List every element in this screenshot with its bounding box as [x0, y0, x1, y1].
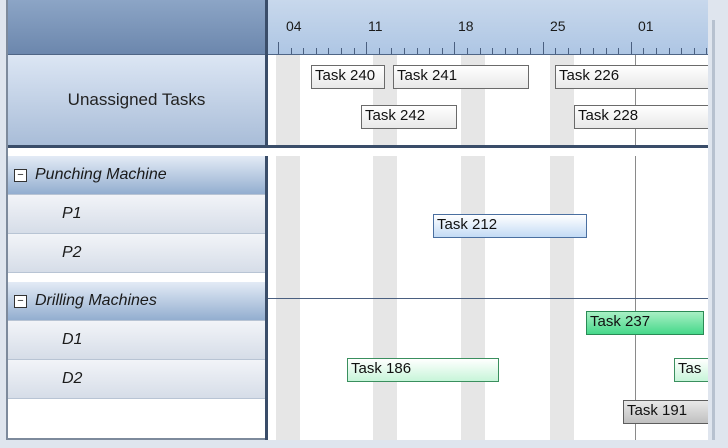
- timeline-tick: [328, 48, 330, 54]
- resource-label: P1: [62, 205, 82, 222]
- resource-group-punching-machine[interactable]: − Punching Machine: [8, 156, 265, 195]
- timeline-tick: [492, 48, 494, 54]
- date-label: 11: [368, 18, 383, 34]
- resource-row-d2[interactable]: D2: [8, 360, 265, 399]
- date-label: 04: [286, 18, 302, 34]
- timeline-tick: [303, 48, 305, 54]
- unassigned-tasks-header: Unassigned Tasks: [8, 55, 265, 148]
- timeline-tick: [681, 48, 683, 54]
- window-edge: [712, 20, 715, 440]
- timeline-tick: [656, 48, 657, 54]
- task-bar[interactable]: Task 226: [555, 65, 708, 89]
- resource-row-p1[interactable]: P1: [8, 195, 265, 234]
- timeline-tick: [567, 48, 569, 54]
- resource-label: P2: [62, 244, 82, 261]
- timeline-tick: [668, 48, 670, 54]
- collapse-icon[interactable]: −: [14, 294, 27, 308]
- timeline-tick: [378, 48, 380, 54]
- resource-group-drilling-machines[interactable]: − Drilling Machines: [8, 282, 265, 321]
- task-bar[interactable]: Task 242: [361, 105, 457, 129]
- timeline-tick: [429, 48, 431, 54]
- timeline-tick: [416, 48, 418, 54]
- timeline-tick: [278, 42, 279, 54]
- date-label: 25: [550, 18, 566, 34]
- task-bar[interactable]: Task 191: [623, 400, 708, 424]
- timeline-tick: [479, 48, 481, 54]
- timeline-tick: [366, 42, 368, 54]
- timeline-tick: [643, 48, 645, 54]
- resource-label: D2: [62, 370, 83, 387]
- group-divider: [268, 298, 708, 299]
- resource-group-label: Drilling Machines: [35, 292, 157, 309]
- task-bar[interactable]: Task 228: [574, 105, 708, 129]
- task-bar[interactable]: Task 241: [393, 65, 529, 89]
- timeline-tick: [693, 48, 695, 54]
- task-bar[interactable]: Tas: [674, 358, 708, 382]
- window-gutter: [0, 440, 728, 448]
- timeline-tick: [618, 48, 620, 54]
- timeline-tick: [542, 42, 544, 54]
- unassigned-tasks-label: Unassigned Tasks: [67, 90, 206, 109]
- unassigned-tasks-area: Task 240 Task 241 Task 226 Task 242 Task…: [268, 55, 708, 148]
- timeline-tick: [391, 48, 393, 54]
- resource-label: D1: [62, 331, 83, 348]
- timeline-tick: [404, 48, 405, 54]
- date-label: 18: [458, 18, 474, 34]
- timeline-tick: [517, 48, 519, 54]
- timeline-tick: [341, 48, 342, 54]
- timeline-header: 04 11 18 25 01: [268, 0, 708, 55]
- timeline-tick: [353, 48, 355, 54]
- timeline-tick: [593, 48, 594, 54]
- timeline-tick: [504, 48, 506, 54]
- timeline-tick: [580, 48, 582, 54]
- timeline-tick: [605, 48, 607, 54]
- task-bar[interactable]: Task 212: [433, 214, 587, 238]
- timeline-tick: [555, 48, 557, 54]
- timeline-tick: [530, 48, 531, 54]
- resource-row-p2[interactable]: P2: [8, 234, 265, 273]
- timeline-tick: [630, 42, 632, 54]
- collapse-icon[interactable]: −: [14, 168, 27, 182]
- task-bar[interactable]: Task 186: [347, 358, 499, 382]
- resource-tree: − Punching Machine P1 P2 − Drilling Mach…: [8, 156, 265, 440]
- timeline-tick: [467, 48, 468, 54]
- schedule-grid: Task 212 Task 237 Task 186 Tas Task 191: [268, 156, 708, 440]
- resource-row-d1[interactable]: D1: [8, 321, 265, 360]
- section-gap: [8, 148, 708, 156]
- window-gutter: [708, 0, 728, 448]
- task-bar[interactable]: Task 240: [311, 65, 385, 89]
- timeline-tick: [315, 48, 317, 54]
- timeline-tick: [290, 48, 292, 54]
- header-corner: [8, 0, 265, 55]
- timeline-tick: [441, 48, 443, 54]
- resource-group-label: Punching Machine: [35, 166, 167, 183]
- date-label: 01: [638, 18, 654, 34]
- timeline-ticks: [268, 42, 708, 54]
- task-bar[interactable]: Task 237: [586, 311, 704, 335]
- timeline-tick: [454, 42, 456, 54]
- weekend-band: [276, 55, 300, 145]
